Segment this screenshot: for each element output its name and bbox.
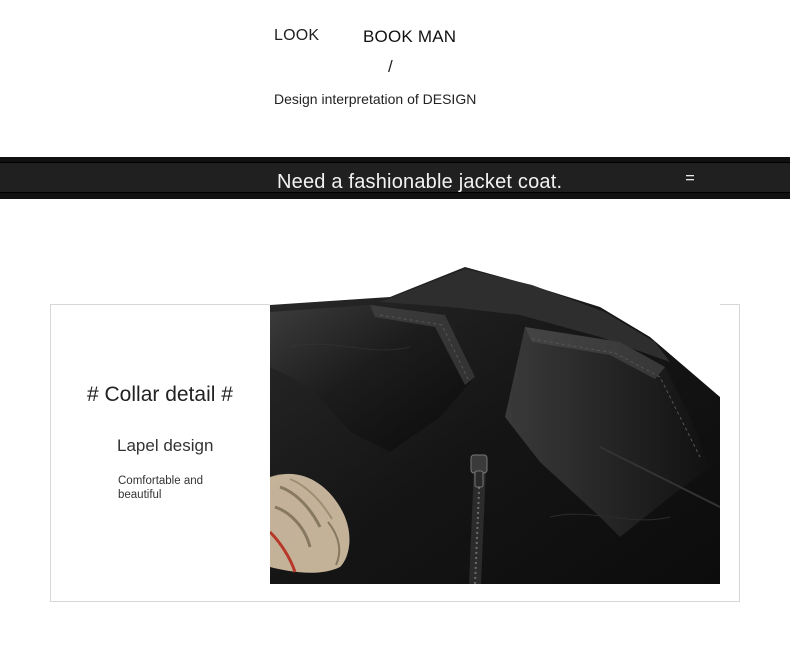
card-subtitle: Lapel design [117,436,214,455]
card-description: Comfortable and beautiful [118,475,204,501]
menu-icon[interactable] [685,172,695,184]
look-label: LOOK [274,27,320,44]
header-subtitle: Design interpretation of DESIGN [274,91,477,107]
card-title: # Collar detail # [87,383,233,406]
promo-banner: Need a fashionable jacket coat. [0,157,790,199]
banner-strip: Need a fashionable jacket coat. [0,162,790,193]
banner-text: Need a fashionable jacket coat. [277,171,563,193]
brand-name: BOOK MAN [363,27,457,46]
header-divider: / [388,57,393,76]
jacket-collar-image [270,267,720,584]
